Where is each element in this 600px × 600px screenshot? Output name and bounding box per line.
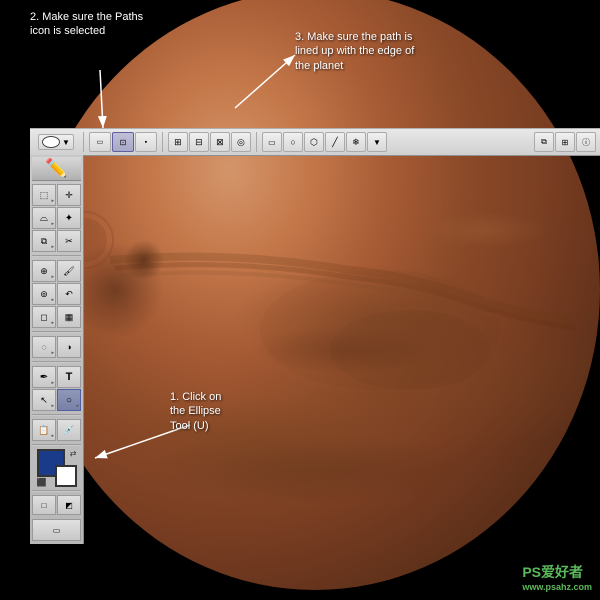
- color-section: ⬛ ⇄: [32, 449, 81, 487]
- tool-sep-5: [32, 444, 81, 446]
- color-swatches: ⬛ ⇄: [37, 449, 77, 487]
- handle-icon: ✏️: [45, 158, 67, 179]
- tool-row-4: ⊕▸ 🖌: [32, 260, 81, 282]
- notes-tool[interactable]: 📋▸: [32, 419, 56, 441]
- tool-row-2: ⌓▸ ✦: [32, 207, 81, 229]
- screen-mode-row: ▭: [32, 519, 81, 541]
- annotation-1-line1: 1. Click on: [170, 391, 221, 403]
- eraser-tool[interactable]: ◻▸: [32, 306, 56, 328]
- marquee-rect-tool[interactable]: ⬚▸: [32, 184, 56, 206]
- shape-dropdown[interactable]: ▼: [38, 134, 74, 150]
- annotation-1-line3: Tool (U): [170, 420, 209, 432]
- poly-btn[interactable]: ⬡: [304, 132, 324, 152]
- annotation-2-line2: icon is selected: [30, 25, 105, 37]
- tool-sep-2: [32, 331, 81, 333]
- quick-mask-row: □ ◩: [32, 495, 81, 515]
- watermark-url: www.psahz.com: [522, 582, 592, 592]
- layers-btn[interactable]: ⊞: [555, 132, 575, 152]
- annotation-3-line3: the planet: [295, 60, 343, 72]
- tool-row-6: ◻▸ ▦: [32, 306, 81, 328]
- tool-sep-4: [32, 414, 81, 416]
- reset-colors-icon[interactable]: ⬛: [37, 478, 47, 487]
- history-tool[interactable]: ↶: [57, 283, 81, 305]
- rounded-rect-btn[interactable]: ▭: [262, 132, 282, 152]
- eyedropper-tool[interactable]: 💉: [57, 419, 81, 441]
- swap-colors-icon[interactable]: ⇄: [70, 449, 77, 458]
- tool-sep-3: [32, 361, 81, 363]
- sep-1: [83, 132, 84, 152]
- toolbox-handle[interactable]: ✏️: [32, 157, 81, 181]
- watermark: PS爱好者 www.psahz.com: [522, 562, 592, 592]
- annotation-3-line1: 3. Make sure the path is: [295, 31, 412, 43]
- ellipse-tool[interactable]: ○▸: [57, 389, 81, 411]
- quick-mask-btn[interactable]: ◩: [57, 495, 81, 515]
- type-tool[interactable]: T: [57, 366, 81, 388]
- background-color[interactable]: [55, 465, 77, 487]
- tool-row-3: ⧉▸ ✂: [32, 230, 81, 252]
- tool-sep-1: [32, 255, 81, 257]
- shape-options: ▼: [34, 134, 78, 150]
- path-ops-group: ⊞ ⊟ ⊠ ◎: [168, 132, 251, 152]
- move-tool[interactable]: ✛: [57, 184, 81, 206]
- gradient-tool[interactable]: ▦: [57, 306, 81, 328]
- line-btn[interactable]: ╱: [325, 132, 345, 152]
- tool-row-5: ⊚▸ ↶: [32, 283, 81, 305]
- shape-layers-btn[interactable]: ▭: [89, 132, 111, 152]
- annotation-2-line1: 2. Make sure the Paths: [30, 11, 143, 23]
- screen-mode-btn[interactable]: ▭: [32, 519, 81, 541]
- tool-sep-6: [32, 490, 81, 492]
- palette-btn[interactable]: ⧉: [534, 132, 554, 152]
- annotation-ellipse-tool: 1. Click on the Ellipse Tool (U): [170, 390, 221, 433]
- tool-row-1: ⬚▸ ✛: [32, 184, 81, 206]
- ellipse-preview: [42, 136, 60, 148]
- pen-tool[interactable]: ✒▸: [32, 366, 56, 388]
- dropdown-arrow: ▼: [62, 138, 70, 147]
- fill-pixels-btn[interactable]: ▪: [135, 132, 157, 152]
- stamp-tool[interactable]: ⊚▸: [32, 283, 56, 305]
- sep-3: [256, 132, 257, 152]
- mode-group: ▭ ⊡ ▪: [89, 132, 157, 152]
- healing-tool[interactable]: ⊕▸: [32, 260, 56, 282]
- exclude-path-btn[interactable]: ◎: [231, 132, 251, 152]
- mars-background: [30, 0, 600, 600]
- intersect-path-btn[interactable]: ⊠: [210, 132, 230, 152]
- brush-tool[interactable]: 🖌: [57, 260, 81, 282]
- dodge-tool[interactable]: ◑: [57, 336, 81, 358]
- annotation-1-line2: the Ellipse: [170, 405, 221, 417]
- lasso-tool[interactable]: ⌓▸: [32, 207, 56, 229]
- tool-row-7: ◌▸ ◑: [32, 336, 81, 358]
- dropdown-btn[interactable]: ▼: [367, 132, 387, 152]
- tool-row-10: 📋▸ 💉: [32, 419, 81, 441]
- mars-planet: [30, 0, 600, 590]
- toolbox: ✏️ ⬚▸ ✛ ⌓▸ ✦ ⧉▸ ✂ ⊕▸ 🖌 ⊚▸ ↶ ◻▸ ▦ ◌▸ ◑ ✒▸…: [30, 155, 84, 544]
- annotation-paths-icon: 2. Make sure the Paths icon is selected: [30, 10, 143, 39]
- slice-tool[interactable]: ✂: [57, 230, 81, 252]
- magic-wand-tool[interactable]: ✦: [57, 207, 81, 229]
- subtract-path-btn[interactable]: ⊟: [189, 132, 209, 152]
- add-to-path-btn[interactable]: ⊞: [168, 132, 188, 152]
- crop-tool[interactable]: ⧉▸: [32, 230, 56, 252]
- sep-2: [162, 132, 163, 152]
- custom-shape-btn[interactable]: ❄: [346, 132, 366, 152]
- paths-btn[interactable]: ⊡: [112, 132, 134, 152]
- tool-row-8: ✒▸ T: [32, 366, 81, 388]
- tool-row-9: ↖▸ ○▸: [32, 389, 81, 411]
- options-toolbar: ▼ ▭ ⊡ ▪ ⊞ ⊟ ⊠ ◎ ▭ ○ ⬡ ╱ ❄ ▼ ⧉ ⊞ ⓘ: [30, 128, 600, 156]
- blur-tool[interactable]: ◌▸: [32, 336, 56, 358]
- right-controls: ⧉ ⊞ ⓘ: [534, 132, 596, 152]
- annotation-3-line2: lined up with the edge of: [295, 45, 414, 57]
- circle-btn[interactable]: ○: [283, 132, 303, 152]
- path-select-tool[interactable]: ↖▸: [32, 389, 56, 411]
- shape-group: ▭ ○ ⬡ ╱ ❄ ▼: [262, 132, 387, 152]
- info-btn[interactable]: ⓘ: [576, 132, 596, 152]
- standard-mode-btn[interactable]: □: [32, 495, 56, 515]
- watermark-brand: PS爱好者: [522, 562, 592, 582]
- annotation-path-align: 3. Make sure the path is lined up with t…: [295, 30, 414, 73]
